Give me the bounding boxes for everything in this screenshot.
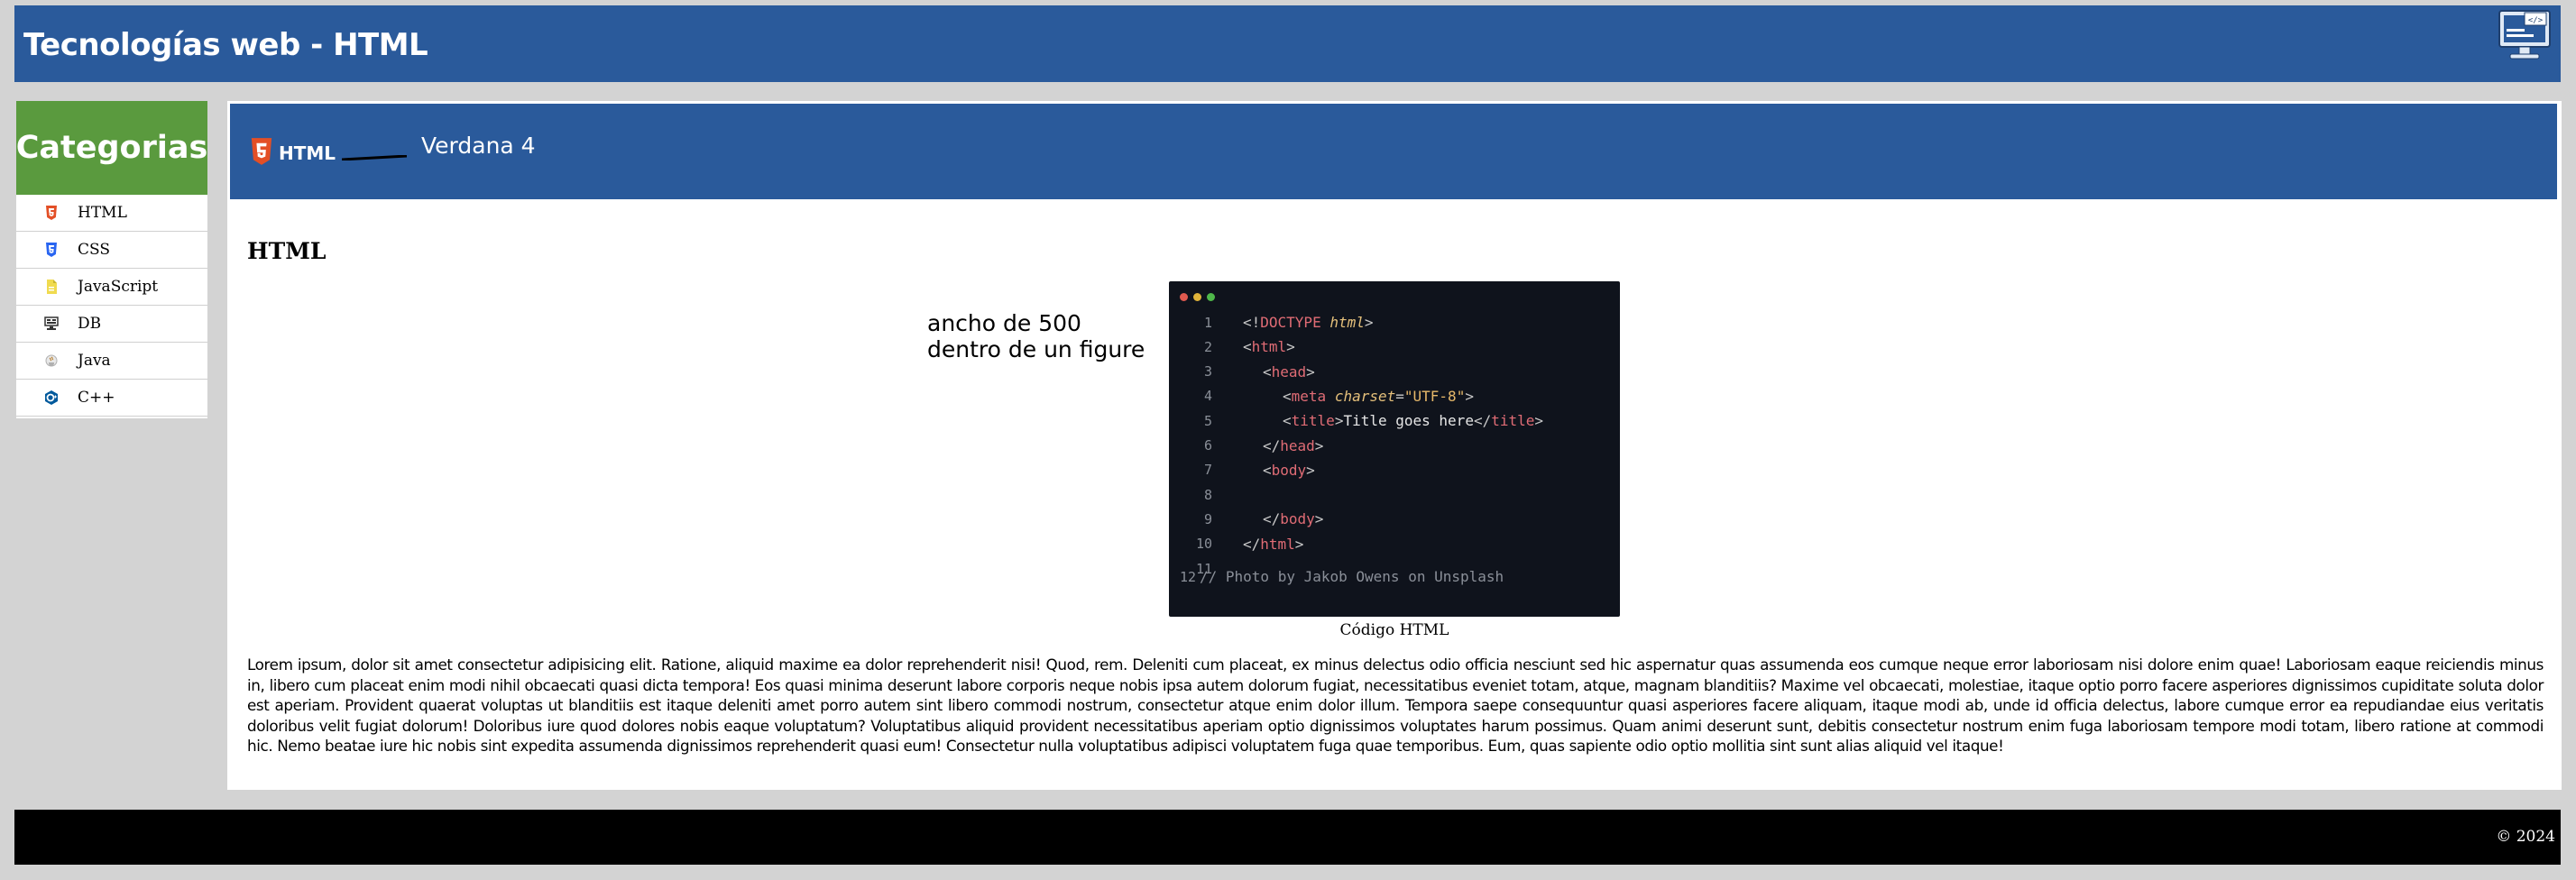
- site-title: Tecnologías web - HTML: [23, 27, 428, 63]
- line-number: 9: [1203, 510, 1212, 527]
- sidebar-item-javascript[interactable]: JavaScript: [16, 269, 207, 306]
- code-line: 2 <html>: [1169, 335, 1295, 359]
- green-dot-icon: [1207, 293, 1215, 301]
- code-line: 12// Photo by Jakob Owens on Unsplash: [1169, 564, 1504, 589]
- body-paragraph: Lorem ipsum, dolor sit amet consectetur …: [247, 655, 2544, 755]
- sidebar-header: Categorias: [16, 101, 207, 195]
- html5-logo: HTML: [250, 138, 336, 169]
- html5-logo-icon: [250, 138, 273, 169]
- code-text: <meta charset="UTF-8">: [1283, 387, 1474, 405]
- sidebar-item-java[interactable]: Java: [16, 343, 207, 380]
- code-line: 5 <title>Title goes here</title>: [1169, 408, 1543, 433]
- sidebar-item-label: JavaScript: [78, 278, 159, 296]
- code-text: </body>: [1263, 510, 1324, 528]
- code-text: // Photo by Jakob Owens on Unsplash: [1200, 568, 1504, 585]
- css3-icon: [43, 242, 60, 258]
- sidebar-item-label: CSS: [78, 241, 111, 259]
- banner-text: Verdana 4: [421, 133, 536, 159]
- banner-line-graphic: [341, 147, 408, 161]
- code-line: 6 </head>: [1169, 434, 1323, 458]
- code-text: </head>: [1263, 436, 1324, 454]
- code-figure: 1 <!DOCTYPE html> 2 <html> 3 <head> 4 <meta cha…: [1169, 281, 1620, 639]
- html5-icon: [43, 205, 60, 221]
- line-number: 5: [1203, 412, 1212, 429]
- line-number: 4: [1203, 388, 1212, 405]
- yellow-dot-icon: [1193, 293, 1201, 301]
- code-line: 10 </html>: [1169, 532, 1304, 556]
- side-note-line: ancho de 500: [927, 310, 1081, 336]
- line-number: 3: [1203, 363, 1212, 380]
- page-heading: HTML: [247, 238, 327, 264]
- code-text: </html>: [1243, 535, 1304, 553]
- category-list: HTML CSS JavaScript DB Java C++: [16, 195, 207, 417]
- sidebar-item-label: HTML: [78, 204, 127, 222]
- code-text: <head>: [1263, 362, 1315, 380]
- sidebar-item-html[interactable]: HTML: [16, 195, 207, 232]
- content-banner: HTML Verdana 4: [230, 104, 2557, 199]
- sidebar-item-label: Java: [78, 352, 111, 370]
- sidebar-item-cpp[interactable]: C++: [16, 380, 207, 417]
- code-text: <!DOCTYPE html>: [1243, 314, 1374, 331]
- sidebar-item-css[interactable]: CSS: [16, 232, 207, 269]
- cpp-icon: [43, 390, 60, 406]
- sidebar-item-db[interactable]: DB: [16, 306, 207, 343]
- window-dots: [1180, 293, 1215, 301]
- svg-text:</>: </>: [2528, 16, 2544, 25]
- sidebar-item-label: C++: [78, 389, 115, 407]
- line-number: 1: [1203, 314, 1212, 331]
- line-number: 8: [1203, 486, 1212, 503]
- code-line: 9 </body>: [1169, 507, 1323, 531]
- line-number: 12: [1179, 568, 1196, 585]
- sidebar-title: Categorias: [15, 130, 208, 166]
- code-line: 1 <!DOCTYPE html>: [1169, 310, 1374, 335]
- line-number: 6: [1203, 437, 1212, 454]
- sidebar: Categorias HTML CSS JavaScript DB Java C…: [16, 101, 207, 418]
- java-icon: [43, 353, 60, 369]
- code-text: <title>Title goes here</title>: [1283, 412, 1544, 430]
- site-footer: © 2024: [14, 810, 2561, 865]
- main-content: HTML Verdana 4 HTML ancho de 500 dentro …: [227, 101, 2562, 790]
- side-note: ancho de 500 dentro de un figure: [927, 310, 1145, 362]
- line-number: 10: [1195, 536, 1212, 553]
- code-image: 1 <!DOCTYPE html> 2 <html> 3 <head> 4 <meta cha…: [1169, 281, 1620, 617]
- red-dot-icon: [1180, 293, 1188, 301]
- code-line: 8: [1169, 482, 1243, 507]
- code-line: 7 <body>: [1169, 458, 1315, 482]
- code-text: <body>: [1263, 461, 1315, 479]
- line-number: 7: [1203, 462, 1212, 479]
- code-line: 3 <head>: [1169, 360, 1315, 384]
- sidebar-item-label: DB: [78, 315, 102, 333]
- database-icon: [43, 316, 60, 332]
- code-line: 4 <meta charset="UTF-8">: [1169, 384, 1474, 408]
- html5-logo-text: HTML: [279, 142, 336, 164]
- code-monitor-icon: </>: [2498, 9, 2552, 63]
- line-number: 2: [1203, 338, 1212, 355]
- code-text: <html>: [1243, 338, 1295, 356]
- figure-caption: Código HTML: [1339, 621, 1449, 639]
- copyright: © 2024: [2496, 828, 2555, 846]
- site-header: Tecnologías web - HTML </>: [14, 5, 2561, 82]
- side-note-line: dentro de un figure: [927, 336, 1145, 362]
- javascript-icon: [43, 279, 60, 295]
